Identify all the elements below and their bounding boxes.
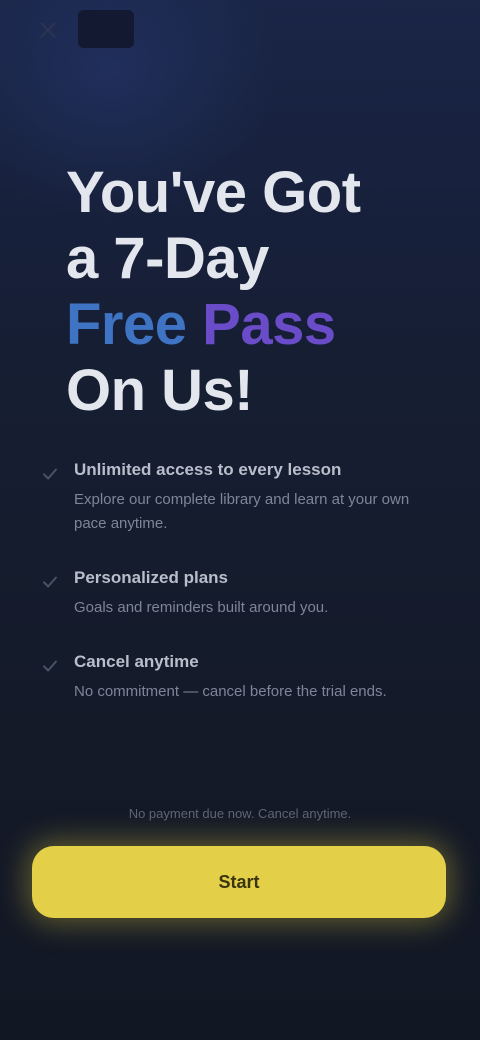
start-trial-button[interactable]: Start <box>32 846 446 918</box>
check-icon <box>36 460 64 488</box>
hero-line-3: Free Pass <box>66 292 426 358</box>
hero-line-4: On Us! <box>66 358 254 423</box>
hero-accent-pass: Pass <box>202 292 336 357</box>
feature-title: Unlimited access to every lesson <box>74 460 342 479</box>
feature-text: Cancel anytime No commitment — cancel be… <box>64 650 436 704</box>
hero-accent-free: Free <box>66 292 187 357</box>
app-logo <box>78 10 134 48</box>
close-button[interactable] <box>28 10 68 50</box>
close-icon <box>40 22 56 38</box>
hero-line-2: a 7-Day <box>66 226 269 291</box>
feature-list: Unlimited access to every lesson Explore… <box>36 458 436 734</box>
feature-title: Cancel anytime <box>74 652 199 671</box>
check-icon <box>36 652 64 680</box>
hero-line-1: You've Got <box>66 160 361 225</box>
paywall-screen: You've Got a 7-Day Free Pass On Us! Unli… <box>0 0 480 1040</box>
feature-item: Personalized plans Goals and reminders b… <box>36 566 436 620</box>
hero-headline: You've Got a 7-Day Free Pass On Us! <box>66 160 426 424</box>
feature-description: Explore our complete library and learn a… <box>74 491 410 532</box>
check-icon <box>36 568 64 596</box>
feature-item: Cancel anytime No commitment — cancel be… <box>36 650 436 704</box>
feature-text: Unlimited access to every lesson Explore… <box>64 458 436 536</box>
feature-item: Unlimited access to every lesson Explore… <box>36 458 436 536</box>
feature-description: No commitment — cancel before the trial … <box>74 683 387 700</box>
feature-description: Goals and reminders built around you. <box>74 599 329 616</box>
feature-title: Personalized plans <box>74 568 228 587</box>
feature-text: Personalized plans Goals and reminders b… <box>64 566 436 620</box>
footnote-text: No payment due now. Cancel anytime. <box>128 806 352 821</box>
